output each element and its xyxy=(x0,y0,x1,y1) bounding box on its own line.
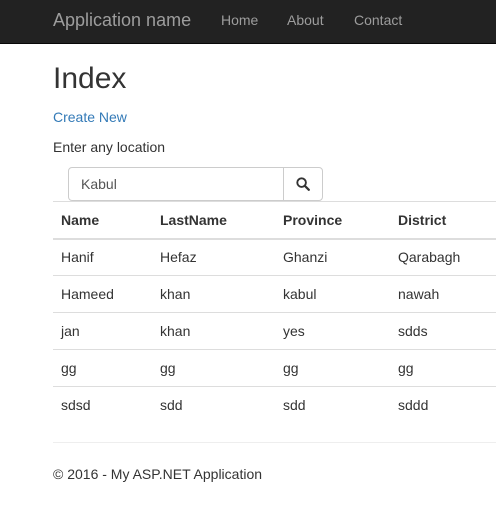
table-row: gg gg gg gg xyxy=(53,349,496,387)
cell-province: kabul xyxy=(275,275,390,313)
cell-lastname: sdd xyxy=(152,386,275,424)
cell-district: sdds xyxy=(390,312,496,350)
cell-province: gg xyxy=(275,349,390,387)
cell-lastname: khan xyxy=(152,312,275,350)
cell-name: gg xyxy=(53,349,152,387)
cell-province: Ghanzi xyxy=(275,238,390,276)
search-input[interactable] xyxy=(68,167,284,201)
column-header-lastname: LastName xyxy=(152,201,275,240)
search-button[interactable] xyxy=(283,167,323,201)
cell-name: sdsd xyxy=(53,386,152,424)
create-new-link[interactable]: Create New xyxy=(53,108,127,126)
results-table: Name LastName Province District Hanif He… xyxy=(53,201,496,424)
search-label: Enter any location xyxy=(53,139,166,155)
table-row: sdsd sdd sdd sddd xyxy=(53,386,496,424)
table-row: Hanif Hefaz Ghanzi Qarabagh xyxy=(53,238,496,276)
brand-link[interactable]: Application name xyxy=(53,9,191,31)
cell-lastname: khan xyxy=(152,275,275,313)
page-title: Index xyxy=(53,62,127,95)
cell-name: Hameed xyxy=(53,275,152,313)
cell-district: Qarabagh xyxy=(390,238,496,276)
column-header-district: District xyxy=(390,201,496,240)
search-icon xyxy=(296,177,310,191)
table-row: Hameed khan kabul nawah xyxy=(53,275,496,313)
cell-lastname: gg xyxy=(152,349,275,387)
table-row: jan khan yes sdds xyxy=(53,312,496,350)
nav-link-home[interactable]: Home xyxy=(221,11,258,29)
navbar: Application name Home About Contact xyxy=(0,0,496,44)
nav-link-contact[interactable]: Contact xyxy=(354,11,402,29)
cell-lastname: Hefaz xyxy=(152,238,275,276)
nav-link-about[interactable]: About xyxy=(287,11,324,29)
footer-copyright: © 2016 - My ASP.NET Application xyxy=(53,466,263,482)
cell-district: sddd xyxy=(390,386,496,424)
column-header-name: Name xyxy=(53,201,152,240)
cell-province: sdd xyxy=(275,386,390,424)
cell-province: yes xyxy=(275,312,390,350)
cell-district: nawah xyxy=(390,275,496,313)
cell-name: jan xyxy=(53,312,152,350)
cell-district: gg xyxy=(390,349,496,387)
footer-divider xyxy=(53,442,496,443)
cell-name: Hanif xyxy=(53,238,152,276)
column-header-province: Province xyxy=(275,201,390,240)
table-header-row: Name LastName Province District xyxy=(53,201,496,240)
